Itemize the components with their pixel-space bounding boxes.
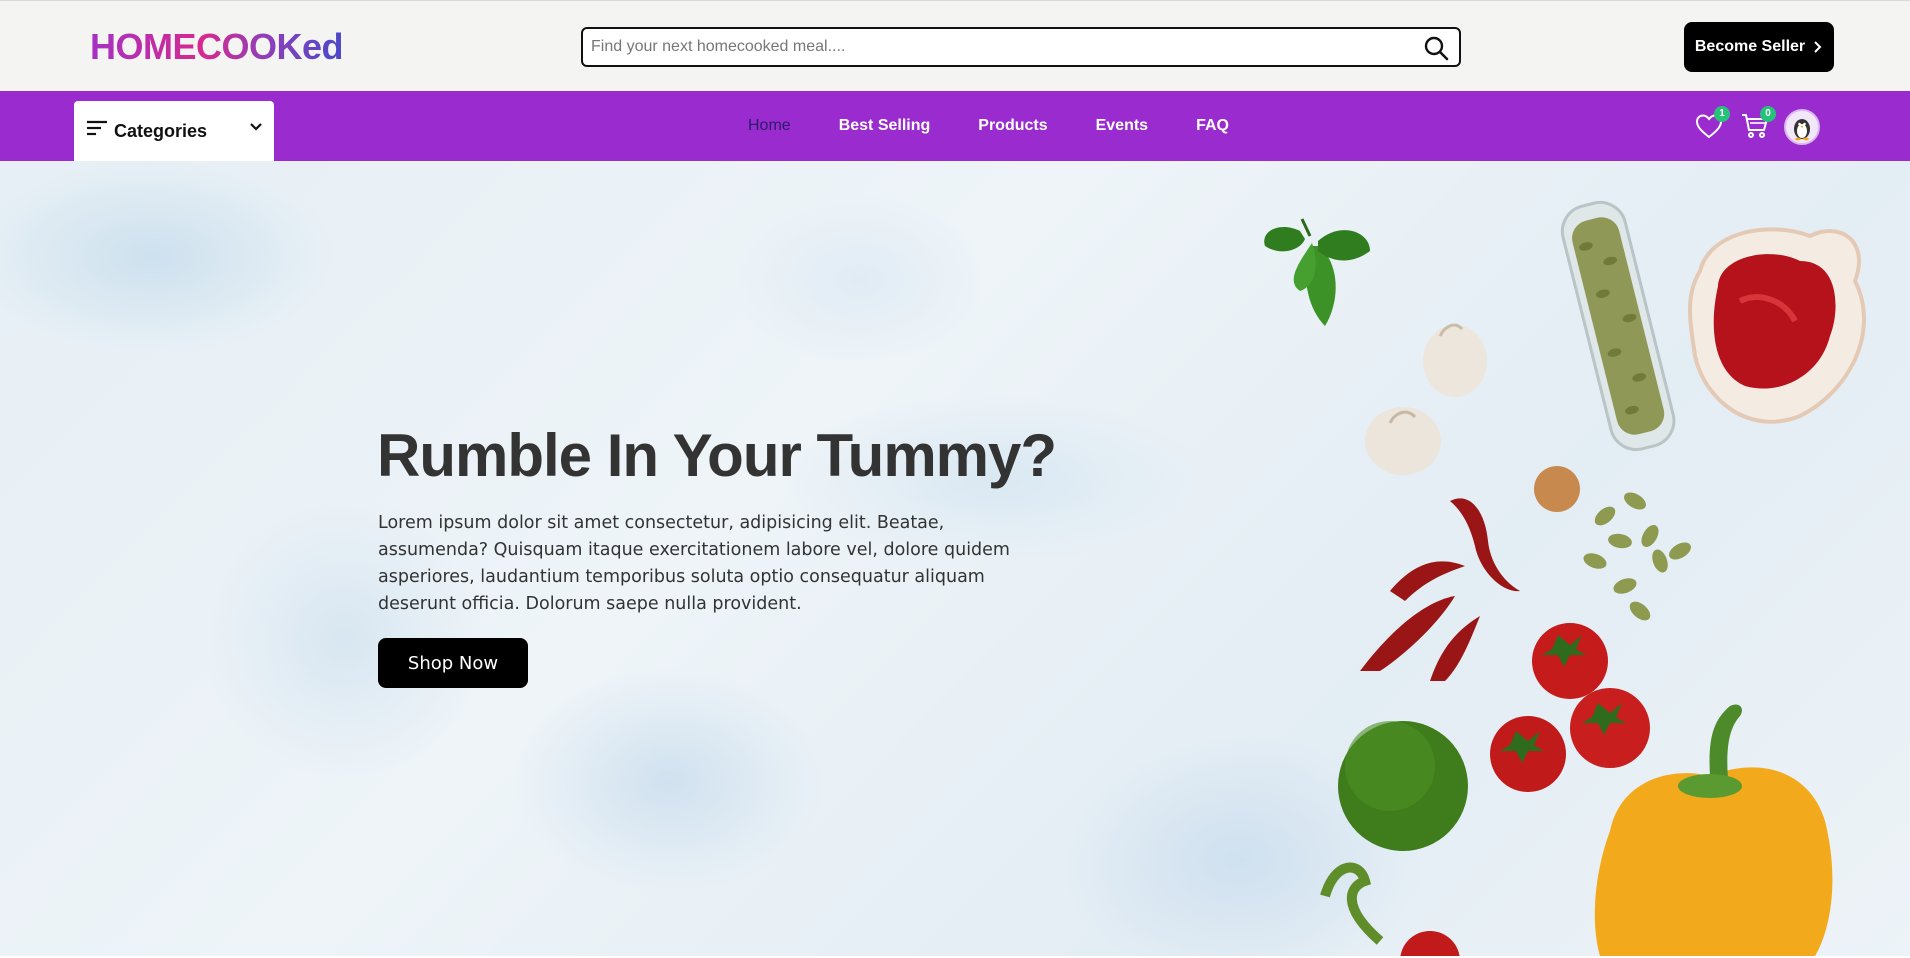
ketchup-bowl-image: [1688, 227, 1866, 424]
search-bar: [581, 27, 1461, 67]
cork-image: [1534, 466, 1580, 512]
hero-food-image: [1264, 200, 1866, 956]
nav-link-home[interactable]: Home: [748, 117, 791, 135]
search-icon[interactable]: [1423, 35, 1449, 61]
green-stem-image: [1320, 862, 1460, 956]
chevron-right-icon: [1814, 41, 1822, 53]
main-navbar: Categories Home Best Selling Products Ev…: [0, 91, 1910, 161]
menu-icon: [87, 120, 107, 136]
hero-description: Lorem ipsum dolor sit amet consectetur, …: [378, 513, 1010, 614]
tomatoes-image: [1490, 623, 1650, 792]
nav-links: Home Best Selling Products Events FAQ: [748, 91, 1229, 161]
pumpkin-seeds-image: [1583, 492, 1691, 621]
wishlist-button[interactable]: 1: [1694, 106, 1730, 141]
nav-link-best-selling[interactable]: Best Selling: [839, 117, 931, 135]
become-seller-label: Become Seller: [1694, 38, 1806, 55]
cart-button[interactable]: 0: [1740, 106, 1776, 141]
seed-jar-image: [1560, 200, 1676, 451]
user-avatar[interactable]: [1784, 109, 1820, 145]
shop-now-button[interactable]: Shop Now: [378, 638, 528, 688]
brand-logo[interactable]: HOMECOOKed: [90, 27, 344, 67]
nav-link-products[interactable]: Products: [978, 117, 1047, 135]
nav-link-faq[interactable]: FAQ: [1196, 117, 1229, 135]
categories-dropdown[interactable]: Categories: [74, 101, 274, 161]
penguin-avatar-icon: [1794, 119, 1810, 141]
categories-label: Categories: [114, 121, 208, 141]
cart-count-badge: 0: [1760, 106, 1776, 122]
garlic-image: [1365, 323, 1487, 475]
wishlist-count-badge: 1: [1714, 106, 1730, 122]
chili-peppers-image: [1360, 498, 1520, 681]
top-header: HOMECOOKed Become Seller: [0, 0, 1910, 91]
basil-leaves-image: [1264, 218, 1370, 326]
nav-link-events[interactable]: Events: [1096, 117, 1148, 135]
become-seller-button[interactable]: Become Seller: [1684, 22, 1834, 72]
lime-image: [1338, 721, 1468, 851]
hero-title: Rumble In Your Tummy?: [377, 422, 1057, 489]
search-input[interactable]: [591, 34, 1411, 60]
chevron-down-icon: [250, 123, 262, 131]
hero-section: Rumble In Your Tummy? Lorem ipsum dolor …: [0, 161, 1910, 956]
